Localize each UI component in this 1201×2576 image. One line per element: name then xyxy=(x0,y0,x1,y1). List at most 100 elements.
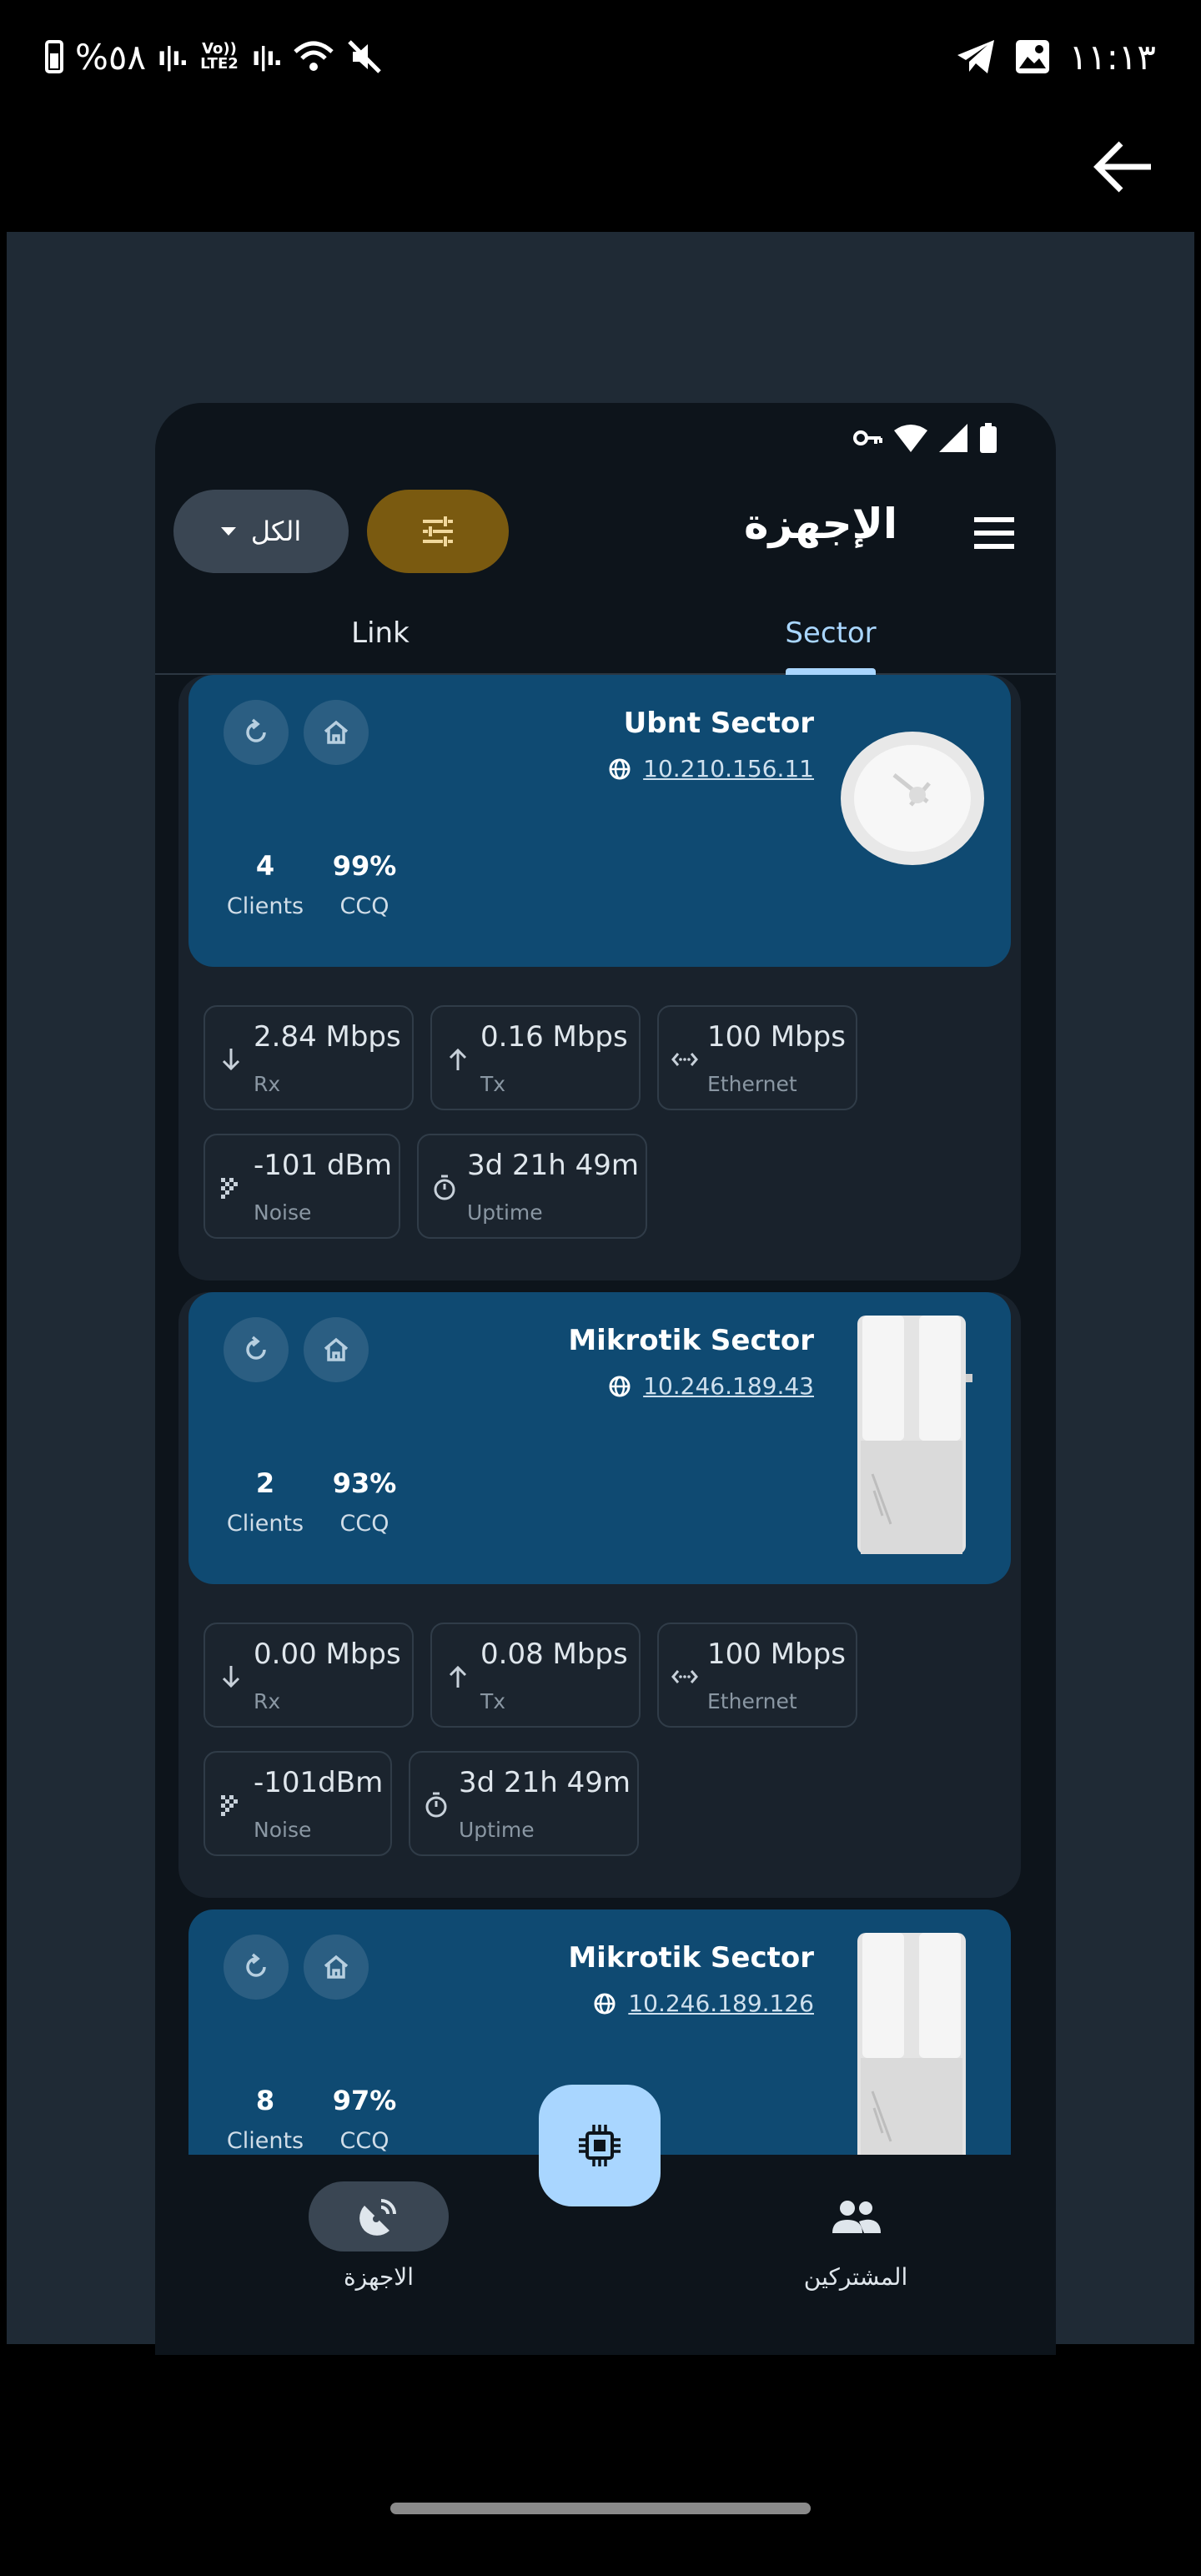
nav-devices-label: الاجهزة xyxy=(343,2263,415,2291)
arrow-down-icon xyxy=(222,1666,240,1688)
metric-tx: 0.08 Mbps Tx xyxy=(430,1623,641,1728)
clients-count: 8 xyxy=(255,2085,275,2116)
metric-value: 0.00 Mbps xyxy=(254,1638,401,1671)
metric-value: 100 Mbps xyxy=(707,1020,846,1054)
metric-label: Uptime xyxy=(459,1818,535,1842)
metric-rx: 2.84 Mbps Rx xyxy=(204,1005,414,1110)
globe-icon xyxy=(609,1376,631,1396)
metric-label: Ethernet xyxy=(707,1689,797,1713)
menu-icon[interactable] xyxy=(969,508,1019,558)
device-ip: 10.246.189.43 xyxy=(643,1372,814,1400)
home-button[interactable] xyxy=(304,700,369,765)
metric-value: 2.84 Mbps xyxy=(254,1020,401,1054)
signal-icon: ı|ı. xyxy=(158,42,188,72)
mute-icon xyxy=(348,40,381,73)
router-box-image xyxy=(857,1316,972,1554)
device-name: Mikrotik Sector xyxy=(568,1941,814,1975)
home-gesture-bar[interactable] xyxy=(390,2503,811,2514)
page-title: الإجهزة xyxy=(743,500,897,548)
globe-icon xyxy=(609,758,631,779)
metric-label: Tx xyxy=(480,1072,506,1096)
metric-label: Ethernet xyxy=(707,1072,797,1096)
app-top-bar: الكل الإجهزة xyxy=(155,478,1056,586)
signal-icon-inner xyxy=(939,424,967,452)
wifi-icon-inner xyxy=(894,425,927,452)
arrow-down-icon xyxy=(222,1049,240,1071)
device-card[interactable]: Mikrotik Sector 10.246.189.43 2 Clients … xyxy=(188,1292,1011,1584)
metric-label: Rx xyxy=(254,1689,281,1713)
ccq-value: 99% xyxy=(332,850,397,882)
refresh-button[interactable] xyxy=(224,1935,289,2000)
metric-ethernet: 100 Mbps Ethernet xyxy=(657,1623,857,1728)
metric-label: Rx xyxy=(254,1072,281,1096)
clients-stat: 8 Clients xyxy=(224,2085,307,2154)
filter-dropdown[interactable]: الكل xyxy=(173,490,349,573)
lte-indicator: Vo)) LTE2 xyxy=(200,40,239,73)
telegram-icon xyxy=(957,40,994,73)
clients-count: 4 xyxy=(255,850,275,882)
metric-value: 100 Mbps xyxy=(707,1638,846,1671)
device-name: Ubnt Sector xyxy=(623,707,814,740)
metric-uptime: 3d 21h 49m Uptime xyxy=(409,1751,639,1856)
ethernet-icon xyxy=(671,1670,698,1683)
tab-link[interactable]: Link xyxy=(155,593,606,673)
back-arrow-icon[interactable] xyxy=(1084,133,1159,200)
device-list[interactable]: Ubnt Sector 10.210.156.11 4 Clients 99% … xyxy=(155,675,1056,2155)
battery-icon-inner xyxy=(980,423,997,453)
tab-bar: Link Sector xyxy=(155,593,1056,675)
device-name: Mikrotik Sector xyxy=(568,1324,814,1357)
signal-icon-2: ı|ı. xyxy=(251,42,283,72)
timer-icon xyxy=(425,1792,447,1818)
timer-icon xyxy=(434,1175,455,1200)
metric-noise: -101dBm Noise xyxy=(204,1751,392,1856)
refresh-button[interactable] xyxy=(224,1317,289,1382)
chip-icon xyxy=(579,2125,621,2166)
screen-recording-frame: الكل الإجهزة Link Sector Ubnt Sector 10.… xyxy=(7,232,1194,2355)
device-ip-link[interactable]: 10.210.156.11 xyxy=(608,755,814,782)
device-item: Ubnt Sector 10.210.156.11 4 Clients 99% … xyxy=(178,675,1021,1280)
nav-subscribers-label: المشتركين xyxy=(803,2263,908,2291)
metric-noise: -101 dBm Noise xyxy=(204,1134,400,1239)
metric-value: 0.08 Mbps xyxy=(480,1638,628,1671)
home-icon xyxy=(324,720,349,744)
clients-stat: 2 Clients xyxy=(224,1467,307,1537)
home-icon xyxy=(324,1337,349,1361)
device-item: Mikrotik Sector 10.246.189.43 2 Clients … xyxy=(178,1292,1021,1898)
filter-settings-button[interactable] xyxy=(367,490,509,573)
clients-stat: 4 Clients xyxy=(224,850,307,919)
refresh-icon xyxy=(246,1953,266,1977)
home-button[interactable] xyxy=(304,1317,369,1382)
globe-icon xyxy=(594,1993,616,2014)
ccq-label: CCQ xyxy=(339,893,389,919)
device-ip-link[interactable]: 10.246.189.43 xyxy=(608,1372,814,1400)
nav-devices[interactable]: الاجهزة xyxy=(254,2181,504,2291)
nav-subscribers-pill xyxy=(786,2181,926,2251)
tab-indicator xyxy=(786,668,876,675)
metric-label: Tx xyxy=(480,1689,506,1713)
ethernet-icon xyxy=(671,1053,698,1066)
device-ip: 10.246.189.126 xyxy=(628,1990,814,2017)
device-ip-link[interactable]: 10.246.189.126 xyxy=(593,1990,814,2017)
clients-label: Clients xyxy=(226,893,304,919)
refresh-icon xyxy=(246,1336,266,1360)
ccq-stat: 93% CCQ xyxy=(330,1467,399,1537)
tab-sector[interactable]: Sector xyxy=(606,593,1056,673)
tune-icon xyxy=(423,516,453,546)
home-button[interactable] xyxy=(304,1935,369,2000)
clock: ١١:١٣ xyxy=(1068,36,1156,78)
metric-value: 0.16 Mbps xyxy=(480,1020,628,1054)
nav-subscribers[interactable]: المشتركين xyxy=(731,2181,981,2291)
ccq-label: CCQ xyxy=(339,1511,389,1537)
people-icon xyxy=(832,2201,881,2233)
noise-icon xyxy=(221,1795,238,1816)
inner-status-bar xyxy=(852,421,997,455)
metric-label: Uptime xyxy=(467,1200,543,1225)
battery-icon xyxy=(45,40,63,73)
device-card[interactable]: Ubnt Sector 10.210.156.11 4 Clients 99% … xyxy=(188,675,1011,967)
clients-label: Clients xyxy=(226,1511,304,1537)
battery-percent: %٥٨ xyxy=(75,36,147,78)
metric-ethernet: 100 Mbps Ethernet xyxy=(657,1005,857,1110)
chip-fab-button[interactable] xyxy=(539,2085,661,2206)
refresh-button[interactable] xyxy=(224,700,289,765)
chevron-down-icon xyxy=(220,527,236,536)
